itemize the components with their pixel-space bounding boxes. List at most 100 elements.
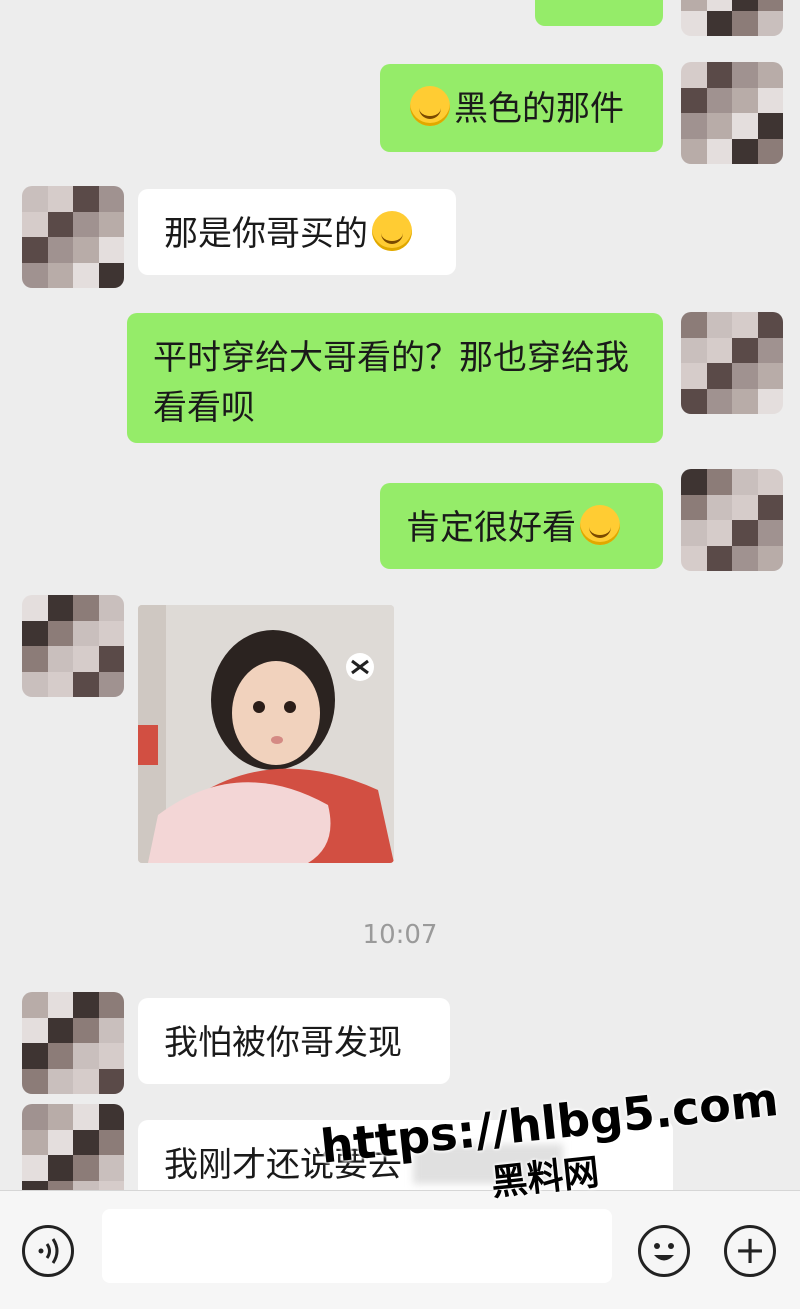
avatar-pixel — [73, 262, 99, 288]
chat-area[interactable]: 黑色的那件 那是你哥买的 平时穿给大哥看的？那也穿给我看看呗 肯定很好看 10:… — [0, 0, 800, 1190]
sweat-emoji-icon — [372, 211, 412, 251]
avatar-pixel — [47, 595, 73, 621]
avatar-pixel — [98, 186, 124, 212]
avatar-pixel — [757, 87, 783, 113]
avatar-pixel — [706, 545, 732, 571]
avatar-pixel — [22, 646, 48, 672]
message-bubble-incoming[interactable]: 我怕被你哥发现 — [138, 998, 450, 1084]
message-bubble-outgoing[interactable]: 黑色的那件 — [380, 64, 663, 152]
message-bubble-outgoing[interactable]: 平时穿给大哥看的？那也穿给我看看呗 — [127, 313, 663, 443]
avatar-pixel — [73, 992, 99, 1018]
avatar[interactable] — [22, 1104, 124, 1190]
avatar-pixel — [757, 363, 783, 389]
avatar-pixel — [706, 0, 732, 11]
avatar-pixel — [706, 62, 732, 88]
avatar-pixel — [98, 211, 124, 237]
avatar[interactable] — [22, 992, 124, 1094]
avatar-pixel — [98, 1155, 124, 1181]
avatar-pixel — [732, 469, 758, 495]
avatar-pixel — [22, 1068, 48, 1094]
avatar-pixel — [47, 1043, 73, 1069]
emoji-icon[interactable] — [638, 1225, 690, 1277]
avatar-pixel — [47, 1155, 73, 1181]
avatar-pixel — [732, 363, 758, 389]
message-text: 黑色的那件 — [454, 89, 624, 129]
timestamp: 10:07 — [362, 920, 438, 950]
avatar[interactable] — [681, 62, 783, 164]
avatar[interactable] — [22, 595, 124, 697]
avatar-pixel — [681, 469, 707, 495]
avatar-pixel — [757, 337, 783, 363]
avatar-pixel — [22, 1017, 48, 1043]
avatar-pixel — [98, 1068, 124, 1094]
avatar-pixel — [706, 337, 732, 363]
avatar-pixel — [706, 113, 732, 139]
avatar-pixel — [73, 1180, 99, 1190]
avatar-pixel — [98, 620, 124, 646]
avatar-pixel — [73, 671, 99, 697]
avatar-pixel — [47, 1017, 73, 1043]
message-bubble-outgoing-partial[interactable] — [535, 0, 663, 26]
smiley-face-icon — [654, 1243, 674, 1261]
avatar-pixel — [73, 1104, 99, 1130]
photo-of-child — [138, 605, 394, 863]
plus-icon[interactable]: + — [724, 1225, 776, 1277]
avatar-pixel — [706, 520, 732, 546]
avatar-pixel — [681, 62, 707, 88]
avatar-pixel — [681, 113, 707, 139]
avatar-pixel — [681, 520, 707, 546]
avatar[interactable] — [681, 0, 783, 36]
avatar-pixel — [706, 363, 732, 389]
avatar-pixel — [47, 211, 73, 237]
avatar[interactable] — [22, 186, 124, 288]
avatar-pixel — [732, 62, 758, 88]
avatar-pixel — [22, 595, 48, 621]
avatar-pixel — [757, 312, 783, 338]
avatar-pixel — [98, 1129, 124, 1155]
avatar-pixel — [73, 211, 99, 237]
avatar-pixel — [706, 494, 732, 520]
avatar-pixel — [706, 312, 732, 338]
avatar-pixel — [22, 671, 48, 697]
avatar-pixel — [706, 10, 732, 36]
avatar[interactable] — [681, 469, 783, 571]
voice-icon[interactable] — [22, 1225, 74, 1277]
avatar-pixel — [22, 186, 48, 212]
avatar-pixel — [47, 620, 73, 646]
avatar-pixel — [73, 1017, 99, 1043]
avatar-pixel — [732, 337, 758, 363]
avatar-pixel — [47, 1180, 73, 1190]
avatar-pixel — [22, 1155, 48, 1181]
avatar-pixel — [73, 186, 99, 212]
message-bubble-incoming[interactable]: 那是你哥买的 — [138, 189, 456, 275]
avatar-pixel — [757, 520, 783, 546]
image-message[interactable] — [138, 605, 394, 863]
message-text: 肯定很好看 — [406, 508, 576, 548]
avatar-pixel — [757, 469, 783, 495]
avatar-pixel — [732, 388, 758, 414]
avatar-pixel — [98, 237, 124, 263]
avatar-pixel — [22, 211, 48, 237]
message-text: 我怕被你哥发现 — [164, 1023, 402, 1063]
avatar-pixel — [732, 312, 758, 338]
avatar-pixel — [98, 646, 124, 672]
voice-waves-icon — [38, 1238, 59, 1264]
avatar-pixel — [757, 62, 783, 88]
avatar-pixel — [681, 87, 707, 113]
avatar-pixel — [706, 138, 732, 164]
avatar-pixel — [73, 620, 99, 646]
avatar-pixel — [22, 1104, 48, 1130]
avatar-pixel — [681, 312, 707, 338]
avatar-pixel — [681, 363, 707, 389]
avatar-pixel — [706, 469, 732, 495]
avatar-pixel — [732, 10, 758, 36]
avatar[interactable] — [681, 312, 783, 414]
avatar-pixel — [98, 1043, 124, 1069]
avatar-pixel — [681, 0, 707, 11]
avatar-pixel — [757, 494, 783, 520]
avatar-pixel — [22, 620, 48, 646]
avatar-pixel — [73, 595, 99, 621]
avatar-pixel — [47, 1104, 73, 1130]
avatar-pixel — [757, 388, 783, 414]
message-bubble-outgoing[interactable]: 肯定很好看 — [380, 483, 663, 569]
